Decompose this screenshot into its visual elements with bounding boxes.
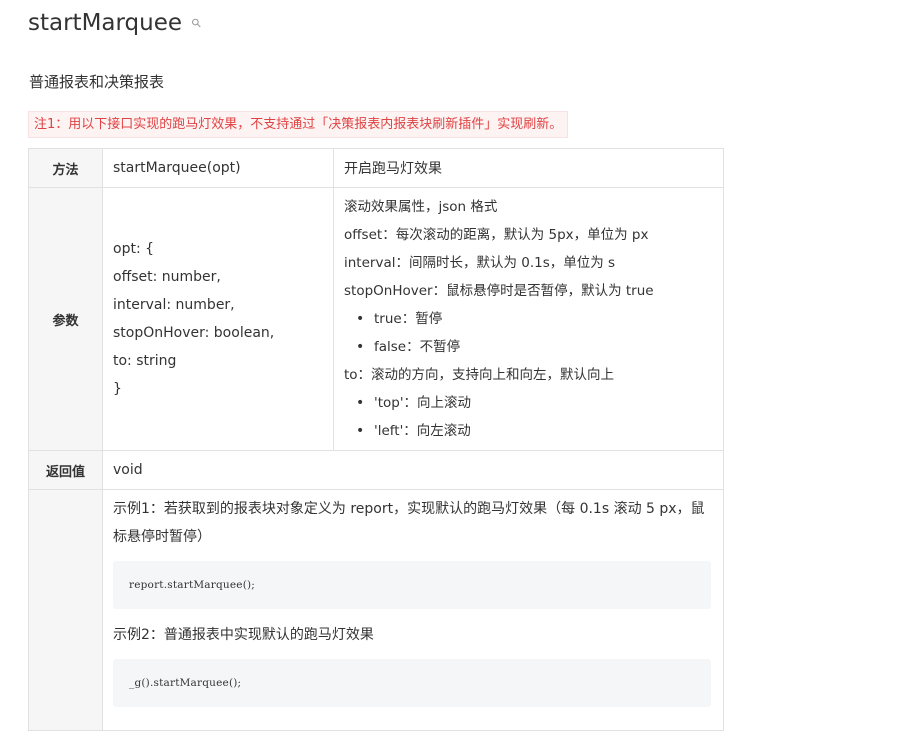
section-subtitle: 普通报表和决策报表 bbox=[29, 73, 165, 91]
params-code: opt: { offset: number, interval: number,… bbox=[102, 187, 334, 451]
table-row-params: 参数 opt: { offset: number, interval: numb… bbox=[28, 187, 724, 451]
api-table: 方法 startMarquee(opt) 开启跑马灯效果 参数 opt: { o… bbox=[28, 148, 724, 731]
table-row-examples: 示例1：若获取到的报表块对象定义为 report，实现默认的跑马灯效果（每 0.… bbox=[28, 489, 724, 731]
list-item: 'top'：向上滚动 bbox=[344, 389, 713, 417]
method-header: 方法 bbox=[28, 148, 103, 188]
example2-code-block: _g().startMarquee(); bbox=[113, 659, 711, 707]
table-row-returns: 返回值 void bbox=[28, 450, 724, 490]
examples-header bbox=[28, 489, 103, 731]
params-code-line: } bbox=[113, 381, 122, 397]
params-desc-line: to：滚动的方向，支持向上和向左，默认向上 bbox=[344, 367, 615, 383]
method-desc: 开启跑马灯效果 bbox=[333, 148, 724, 188]
params-code-line: stopOnHover: boolean, bbox=[113, 325, 275, 341]
example1-text: 示例1：若获取到的报表块对象定义为 report，实现默认的跑马灯效果（每 0.… bbox=[113, 501, 705, 545]
params-desc-line: interval：间隔时长，默认为 0.1s，单位为 s bbox=[344, 255, 616, 271]
params-header: 参数 bbox=[28, 187, 103, 451]
params-code-line: to: string bbox=[113, 353, 177, 369]
list-item: 'left'：向左滚动 bbox=[344, 417, 713, 445]
params-desc: 滚动效果属性，json 格式 offset：每次滚动的距离，默认为 5px，单位… bbox=[333, 187, 724, 451]
returns-header: 返回值 bbox=[28, 450, 103, 490]
link-icon[interactable]: ⚲ bbox=[188, 15, 204, 31]
params-code-line: opt: { bbox=[113, 241, 155, 257]
list-item: true：暂停 bbox=[344, 305, 713, 333]
example1-code-block: report.startMarquee(); bbox=[113, 561, 711, 609]
list-item: false：不暂停 bbox=[344, 333, 713, 361]
params-code-line: offset: number, bbox=[113, 269, 221, 285]
example2-text: 示例2：普通报表中实现默认的跑马灯效果 bbox=[113, 627, 374, 643]
params-desc-line: stopOnHover：鼠标悬停时是否暂停，默认为 true bbox=[344, 283, 654, 299]
params-desc-line: 滚动效果属性，json 格式 bbox=[344, 199, 498, 215]
page-title-text: startMarquee bbox=[28, 10, 183, 36]
table-row-method: 方法 startMarquee(opt) 开启跑马灯效果 bbox=[28, 148, 724, 188]
method-name: startMarquee(opt) bbox=[102, 148, 334, 188]
params-desc-line: offset：每次滚动的距离，默认为 5px，单位为 px bbox=[344, 227, 649, 243]
page-title: startMarquee ⚲ bbox=[28, 10, 205, 36]
examples-cell: 示例1：若获取到的报表块对象定义为 report，实现默认的跑马灯效果（每 0.… bbox=[102, 489, 724, 731]
returns-value: void bbox=[102, 450, 724, 490]
params-code-line: interval: number, bbox=[113, 297, 235, 313]
warning-note: 注1：用以下接口实现的跑马灯效果，不支持通过「决策报表内报表块刷新插件」实现刷新… bbox=[28, 111, 569, 138]
